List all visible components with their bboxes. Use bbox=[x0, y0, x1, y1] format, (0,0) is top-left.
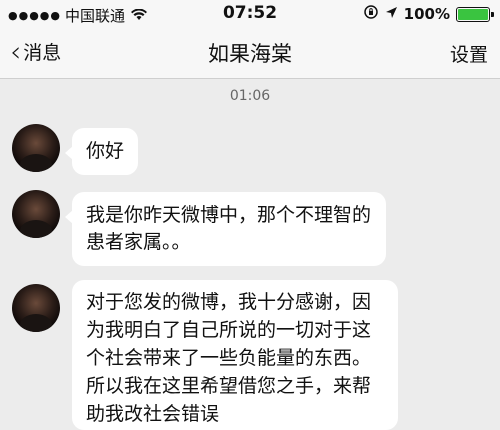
message-bubble[interactable]: 对于您发的微博，我十分感谢，因为我明白了自己所说的一切对于这个社会带来了一些负能… bbox=[72, 280, 398, 430]
avatar[interactable] bbox=[12, 190, 60, 238]
message-bubble[interactable]: 你好 bbox=[64, 128, 139, 175]
avatar[interactable] bbox=[12, 124, 60, 172]
battery-fill bbox=[458, 8, 488, 20]
status-bar: ●●●●● 中国联通 07:52 100% bbox=[0, 0, 500, 28]
message-bubble[interactable]: 我是你昨天微博中，那个不理智的患者家属。。 bbox=[65, 192, 386, 266]
location-arrow-icon bbox=[385, 5, 398, 23]
page-title: 如果海棠 bbox=[208, 42, 292, 66]
status-indicators: 100% bbox=[363, 4, 494, 24]
avatar[interactable] bbox=[12, 284, 60, 332]
battery-percent: 100% bbox=[403, 5, 450, 23]
chat-timestamp: 01:06 bbox=[229, 88, 271, 104]
settings-button[interactable]: 设置 bbox=[450, 40, 488, 67]
orientation-lock-icon bbox=[363, 4, 379, 24]
navigation-bar: ‹ 消息 如果海棠 设置 bbox=[0, 28, 500, 79]
battery-icon bbox=[456, 6, 494, 22]
